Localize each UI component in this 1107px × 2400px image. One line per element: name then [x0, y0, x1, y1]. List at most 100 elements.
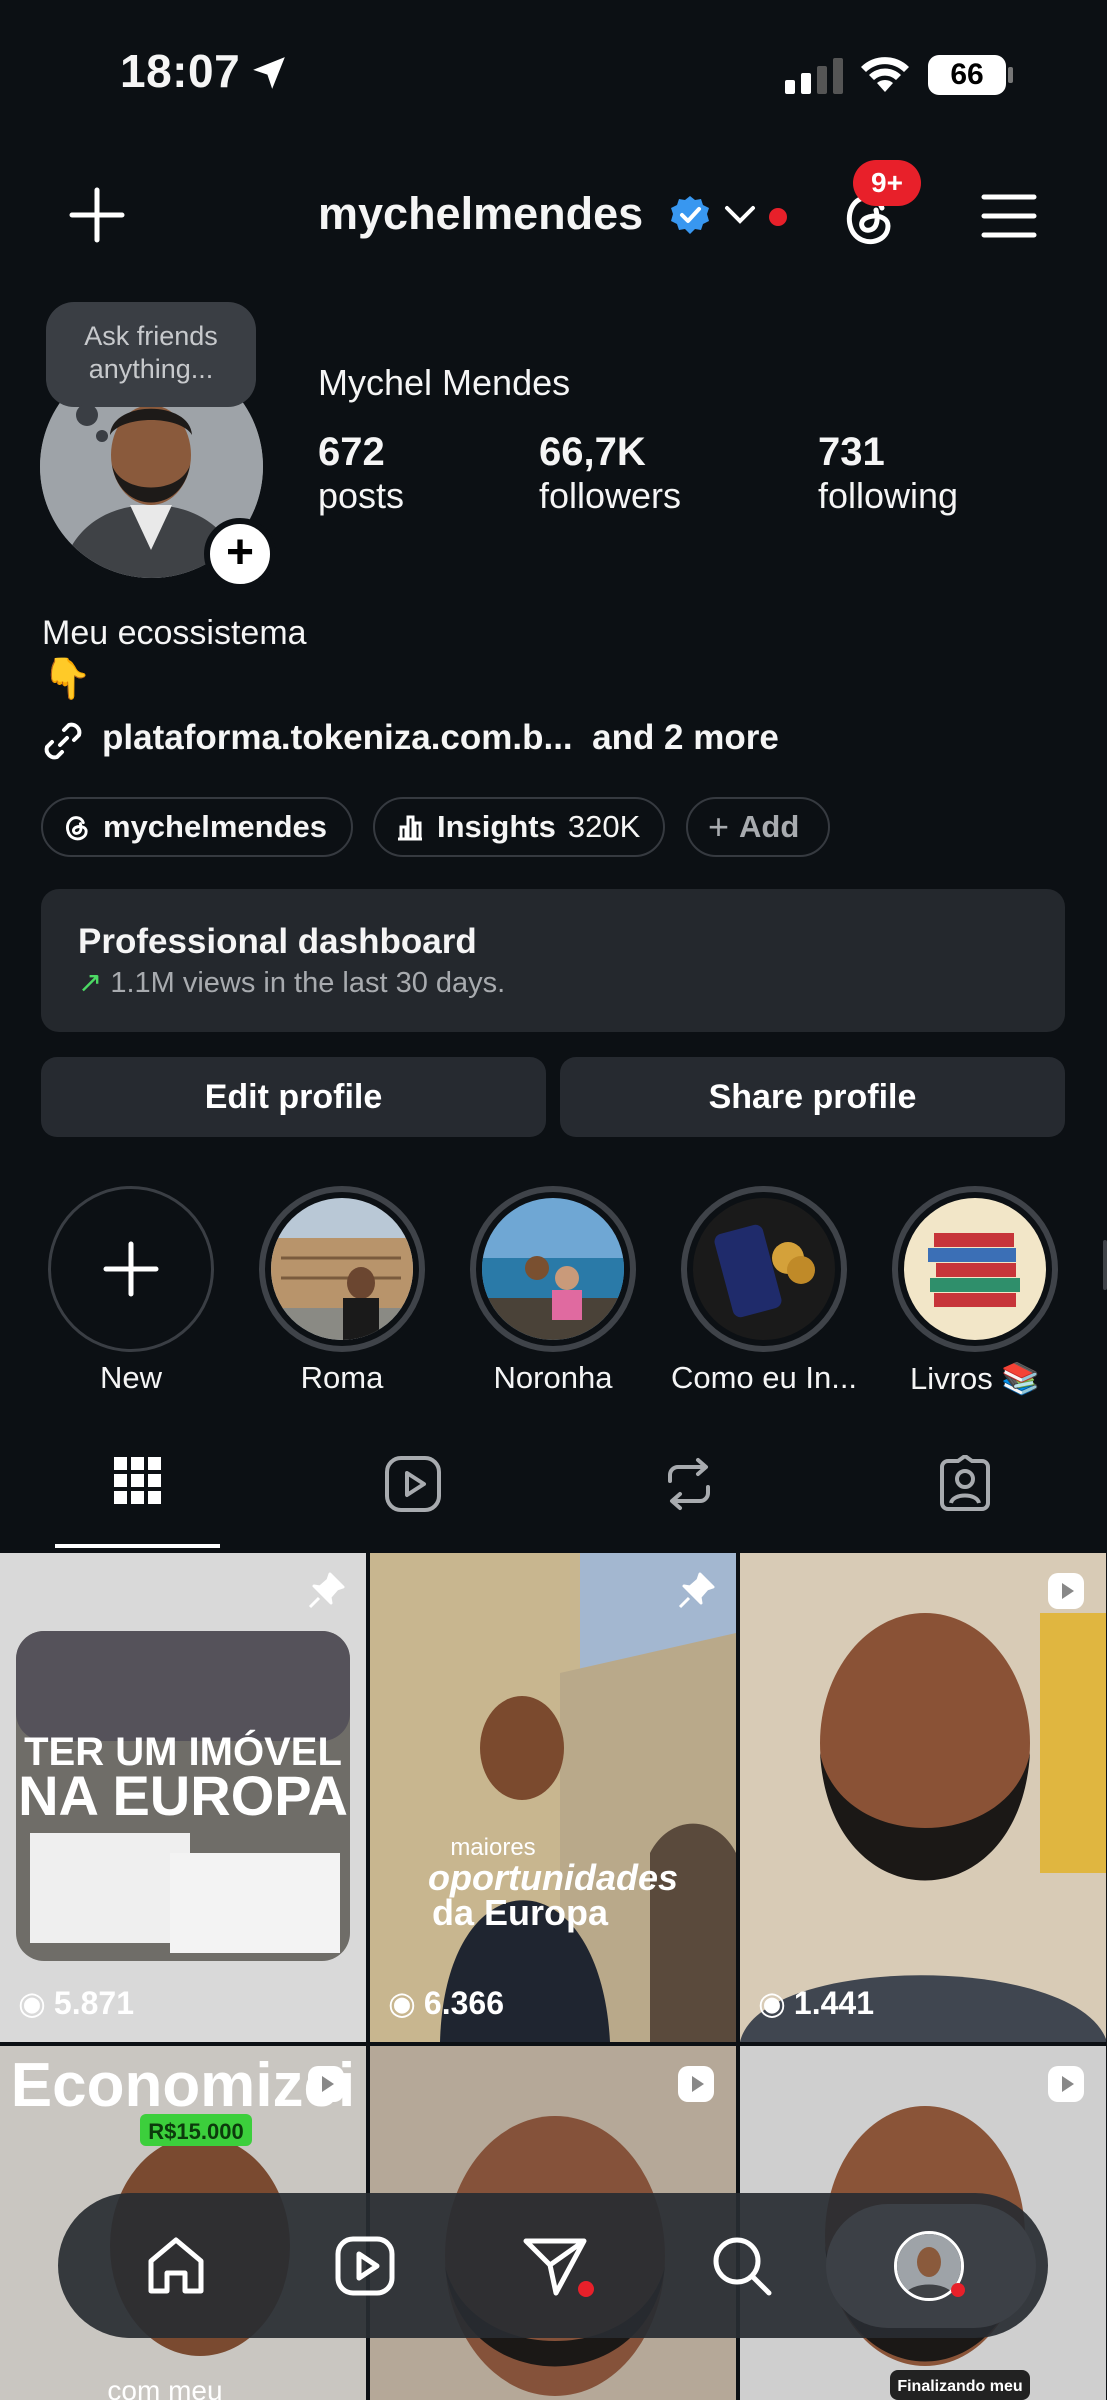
location-arrow-icon — [250, 54, 288, 92]
livros-thumbnail — [904, 1198, 1046, 1340]
verified-badge-icon — [669, 194, 711, 236]
highlight-livros[interactable] — [892, 1186, 1058, 1352]
profile-nav-dot — [951, 2283, 965, 2297]
post-3-views: ◉ 1.441 — [758, 1984, 874, 2022]
post-3-view-count: 1.441 — [793, 1984, 874, 2021]
active-tab-indicator — [55, 1544, 220, 1548]
dashboard-subtitle: ↗ 1.1M views in the last 30 days. — [78, 965, 505, 1000]
bio-link[interactable]: plataforma.tokeniza.com.b... and 2 more — [102, 718, 779, 758]
como-eu-thumbnail — [693, 1198, 835, 1340]
insights-bar-chart-icon — [398, 815, 422, 841]
bio-emoji: 👇 — [42, 657, 92, 701]
views-eye-icon: ◉ — [18, 1985, 46, 2021]
insights-label: Insights — [437, 809, 556, 844]
views-eye-icon: ◉ — [758, 1985, 786, 2021]
edit-profile-button[interactable]: Edit profile — [41, 1057, 546, 1137]
tab-tagged[interactable] — [936, 1453, 994, 1518]
tab-reposts[interactable] — [660, 1455, 718, 1518]
reel-icon — [1046, 2064, 1086, 2109]
insights-pill[interactable]: Insights 320K — [373, 797, 665, 857]
grid-post-2[interactable]: maiores oportunidades da Europa ◉ 6.366 — [370, 1553, 736, 2042]
post-2-views: ◉ 6.366 — [388, 1984, 504, 2022]
stat-following-value: 731 — [818, 430, 885, 474]
bio-text: Meu ecossistema — [42, 614, 307, 652]
threads-pill-label: mychelmendes — [103, 809, 327, 844]
post-3-thumbnail — [740, 1553, 1106, 2042]
notification-dot — [769, 208, 787, 226]
nav-reels[interactable] — [334, 2235, 396, 2302]
stat-posts-value: 672 — [318, 430, 385, 474]
new-highlight-plus-icon — [103, 1241, 159, 1297]
wifi-icon — [860, 56, 910, 94]
pinned-icon — [676, 1571, 716, 1616]
reels-nav-icon — [335, 2236, 395, 2296]
search-icon — [713, 2237, 772, 2296]
notes-prompt-bubble[interactable]: Ask friends anything... — [46, 302, 256, 407]
bio-link-url[interactable]: plataforma.tokeniza.com.b... — [102, 718, 573, 757]
menu-hamburger-icon[interactable] — [981, 192, 1037, 240]
post-4-overlay-line1: Economizei — [11, 2051, 356, 2120]
notes-prompt-text: Ask friends anything... — [84, 321, 218, 384]
reels-icon — [385, 1456, 441, 1512]
threads-profile-pill[interactable]: mychelmendes — [41, 797, 353, 857]
grid-icon — [114, 1457, 161, 1504]
link-icon — [40, 718, 86, 764]
add-pill[interactable]: + Add — [686, 797, 830, 857]
bubble-tail-dot-small — [96, 430, 108, 442]
profile-username[interactable]: mychelmendes — [318, 188, 643, 240]
tagged-person-icon — [940, 1453, 990, 1511]
highlight-como-eu-label: Como eu In... — [670, 1360, 858, 1395]
post-4-overlay-line2: R$15.000 — [148, 2119, 243, 2144]
add-story-plus-icon[interactable]: + — [204, 518, 276, 590]
stat-posts[interactable]: 672 posts — [318, 430, 404, 517]
highlight-noronha[interactable] — [470, 1186, 636, 1352]
highlight-roma[interactable] — [259, 1186, 425, 1352]
dashboard-title: Professional dashboard — [78, 922, 477, 961]
dashboard-subtitle-text: 1.1M views in the last 30 days. — [110, 967, 506, 999]
profile-full-name: Mychel Mendes — [318, 362, 571, 403]
post-1-views: ◉ 5.871 — [18, 1984, 134, 2022]
post-1-view-count: 5.871 — [53, 1984, 134, 2021]
noronha-thumbnail — [482, 1198, 624, 1340]
highlight-new-label: New — [99, 1360, 162, 1395]
stat-followers-label: followers — [539, 475, 682, 516]
direct-unread-dot — [578, 2281, 594, 2297]
stat-followers-value: 66,7K — [539, 430, 646, 474]
tab-reels[interactable] — [384, 1455, 442, 1518]
highlight-new[interactable] — [48, 1186, 214, 1352]
stat-followers[interactable]: 66,7K followers — [539, 430, 681, 517]
grid-post-1[interactable]: TER UM IMÓVEL NA EUROPA ◉ 5.871 — [0, 1553, 366, 2042]
stat-following[interactable]: 731 following — [818, 430, 958, 517]
views-eye-icon: ◉ — [388, 1985, 416, 2021]
post-2-thumbnail: maiores oportunidades da Europa — [370, 1553, 736, 2042]
nav-home[interactable] — [145, 2235, 207, 2302]
bio-link-more[interactable]: and 2 more — [592, 718, 779, 757]
highlight-noronha-label: Noronha — [493, 1360, 613, 1395]
grid-post-3[interactable]: ◉ 1.441 — [740, 1553, 1106, 2042]
share-profile-button[interactable]: Share profile — [560, 1057, 1065, 1137]
highlight-partial-edge — [1103, 1240, 1107, 1290]
reel-icon — [676, 2064, 716, 2109]
bubble-tail-dot — [76, 404, 98, 426]
create-plus-icon[interactable] — [68, 186, 126, 244]
stat-following-label: following — [818, 475, 959, 516]
roma-thumbnail — [271, 1198, 413, 1340]
cellular-signal-icon — [785, 58, 843, 94]
add-pill-label: Add — [739, 809, 800, 844]
threads-small-icon — [66, 816, 88, 841]
nav-search[interactable] — [711, 2235, 773, 2302]
trend-up-arrow-icon: ↗ — [78, 967, 103, 999]
highlight-roma-label: Roma — [300, 1360, 384, 1395]
status-time: 18:07 — [120, 45, 241, 97]
battery-indicator: 66 — [928, 55, 1006, 95]
insights-value: 320K — [567, 809, 641, 844]
reel-icon — [1046, 1571, 1086, 1616]
tab-grid[interactable] — [112, 1455, 164, 1512]
add-plus-icon: + — [708, 806, 730, 847]
account-switch-chevron-icon[interactable] — [724, 204, 756, 226]
highlight-como-eu[interactable] — [681, 1186, 847, 1352]
post-4-caption: com meu — [107, 2375, 222, 2400]
repost-icon — [668, 1458, 710, 1510]
post-6-overlay: Finalizando meu — [897, 2378, 1022, 2395]
pinned-icon — [306, 1571, 346, 1616]
